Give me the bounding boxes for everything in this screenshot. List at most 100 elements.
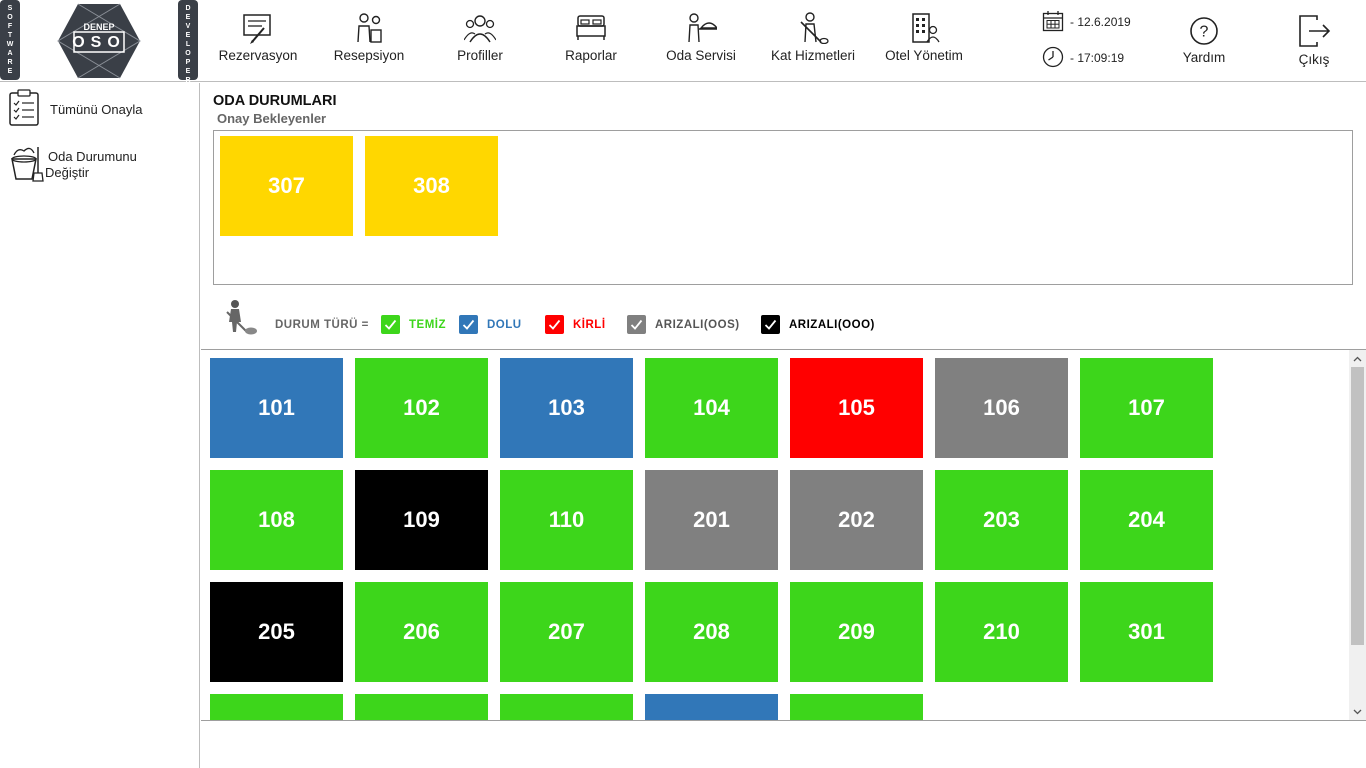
band-letter: O	[7, 14, 13, 21]
bed-report-icon	[576, 15, 606, 40]
room-tile[interactable]: 102	[355, 358, 488, 458]
help-icon: ?	[1190, 17, 1218, 45]
band-letter: E	[7, 68, 13, 75]
room-tile[interactable]: 210	[935, 582, 1068, 682]
room-tile[interactable]: 110	[500, 470, 633, 570]
legend-item-label: ARIZALI(OOS)	[655, 319, 740, 331]
nav-rezervasyon-button[interactable]: Rezervasyon	[203, 8, 313, 74]
room-tile[interactable]: 203	[935, 470, 1068, 570]
room-tile[interactable]: 107	[1080, 358, 1213, 458]
room-service-icon	[688, 13, 717, 43]
nav-profiller-button[interactable]: Profiller	[425, 8, 535, 74]
room-tile[interactable]: 209	[790, 582, 923, 682]
band-letter: E	[185, 68, 191, 75]
main-content: ODA DURUMLARI Onay Bekleyenler 307 308 DU…	[201, 83, 1366, 768]
logo-product-text: OSO	[72, 34, 126, 51]
room-tile[interactable]: 202	[790, 470, 923, 570]
reservation-icon	[243, 14, 271, 44]
date-value: - 12.6.2019	[1070, 15, 1131, 29]
change-room-status-button[interactable]: Oda Durumunu Değiştir	[6, 143, 196, 187]
top-toolbar: SOFTWARE DENEP OSO DEVELOPERS Rezervasyo…	[0, 0, 1366, 93]
band-letter: S	[7, 5, 13, 12]
pending-subtitle: Onay Bekleyenler	[217, 111, 327, 126]
room-tile[interactable]: 103	[500, 358, 633, 458]
nav-otel-yonetim-label: Otel Yönetim	[885, 48, 963, 63]
pending-room-tile[interactable]: 307	[220, 136, 353, 236]
chevron-up-icon	[1353, 356, 1362, 361]
scroll-thumb[interactable]	[1351, 367, 1364, 645]
room-grid: 101 102 103 104 105 106 107 108 109 110 201 202 203 2…	[201, 349, 1366, 721]
approve-all-label: Tümünü Onayla	[50, 102, 143, 117]
room-tile[interactable]: 109	[355, 470, 488, 570]
room-tile[interactable]: 204	[1080, 470, 1213, 570]
legend-item-label: ARIZALI(OOO)	[789, 319, 875, 331]
nav-kat-hizmetleri-label: Kat Hizmetleri	[770, 48, 856, 63]
exit-button[interactable]: Çıkış	[1259, 10, 1366, 76]
logo-company-text: DENEP	[83, 22, 115, 32]
room-tile[interactable]: 105	[790, 358, 923, 458]
scroll-up-button[interactable]	[1349, 350, 1366, 367]
checkbox-checked-icon[interactable]	[459, 315, 478, 334]
room-tile[interactable]: 108	[210, 470, 343, 570]
room-tile[interactable]: 101	[210, 358, 343, 458]
room-tile[interactable]: 207	[500, 582, 633, 682]
status-legend: DURUM TÜRÜ = TEMİZ DOLU KİRLİ ARIZALI(OOS) A…	[221, 298, 1351, 342]
sidebar: Tümünü Onayla Oda Durumunu Değiştir	[0, 83, 200, 768]
checklist-icon	[9, 89, 39, 126]
pending-room-tile[interactable]: 308	[365, 136, 498, 236]
help-button[interactable]: ? Yardım	[1149, 12, 1259, 78]
chevron-down-icon	[1353, 709, 1362, 714]
room-tile[interactable]	[500, 694, 633, 720]
housekeeping-icon	[800, 12, 829, 44]
legend-item-label: TEMİZ	[409, 319, 446, 331]
band-letter: O	[185, 50, 191, 57]
band-letter: V	[185, 23, 191, 30]
room-tile[interactable]: 205	[210, 582, 343, 682]
checkbox-checked-icon[interactable]	[761, 315, 780, 334]
room-tile[interactable]	[210, 694, 343, 720]
software-band: SOFTWARE	[0, 0, 20, 80]
band-letter: R	[7, 59, 13, 66]
band-letter: F	[7, 23, 13, 30]
room-tile[interactable]: 301	[1080, 582, 1213, 682]
clock-icon	[1042, 46, 1064, 68]
exit-icon	[1299, 15, 1331, 47]
nav-resepsiyon-button[interactable]: Resepsiyon	[314, 8, 424, 74]
logo: DENEP OSO	[56, 2, 142, 80]
hotel-management-icon	[912, 13, 940, 43]
band-letter: D	[185, 5, 191, 12]
room-tile[interactable]	[645, 694, 778, 720]
band-letter: E	[185, 32, 191, 39]
band-letter: L	[185, 41, 191, 48]
developers-band: DEVELOPERS	[178, 0, 198, 93]
nav-otel-yonetim-button[interactable]: Otel Yönetim	[869, 8, 979, 74]
nav-raporlar-button[interactable]: Raporlar	[536, 8, 646, 74]
nav-kat-hizmetleri-button[interactable]: Kat Hizmetleri	[758, 8, 868, 74]
reception-icon	[357, 13, 382, 43]
room-tile[interactable]	[790, 694, 923, 720]
checkbox-checked-icon[interactable]	[627, 315, 646, 334]
change-room-status-line1: Oda Durumunu	[48, 149, 137, 164]
room-tile[interactable]: 104	[645, 358, 778, 458]
nav-oda-servisi-label: Oda Servisi	[666, 48, 736, 63]
cleaning-bucket-icon	[11, 147, 44, 182]
scroll-down-button[interactable]	[1349, 703, 1366, 720]
band-letter: P	[185, 59, 191, 66]
approve-all-button[interactable]: Tümünü Onayla	[6, 89, 196, 133]
room-tile[interactable]: 106	[935, 358, 1068, 458]
help-label: Yardım	[1182, 50, 1226, 65]
change-room-status-line2: Değiştir	[45, 165, 90, 180]
room-tile[interactable]: 206	[355, 582, 488, 682]
page-title: ODA DURUMLARI	[213, 93, 337, 109]
legend-item-label: KİRLİ	[573, 319, 606, 331]
nav-oda-servisi-button[interactable]: Oda Servisi	[646, 8, 756, 74]
svg-text:?: ?	[1200, 24, 1209, 41]
status-type-label: DURUM TÜRÜ =	[275, 319, 369, 331]
checkbox-checked-icon[interactable]	[381, 315, 400, 334]
room-tile[interactable]	[355, 694, 488, 720]
room-grid-scrollbar[interactable]	[1349, 350, 1366, 720]
calendar-icon	[1042, 11, 1064, 32]
checkbox-checked-icon[interactable]	[545, 315, 564, 334]
room-tile[interactable]: 208	[645, 582, 778, 682]
room-tile[interactable]: 201	[645, 470, 778, 570]
